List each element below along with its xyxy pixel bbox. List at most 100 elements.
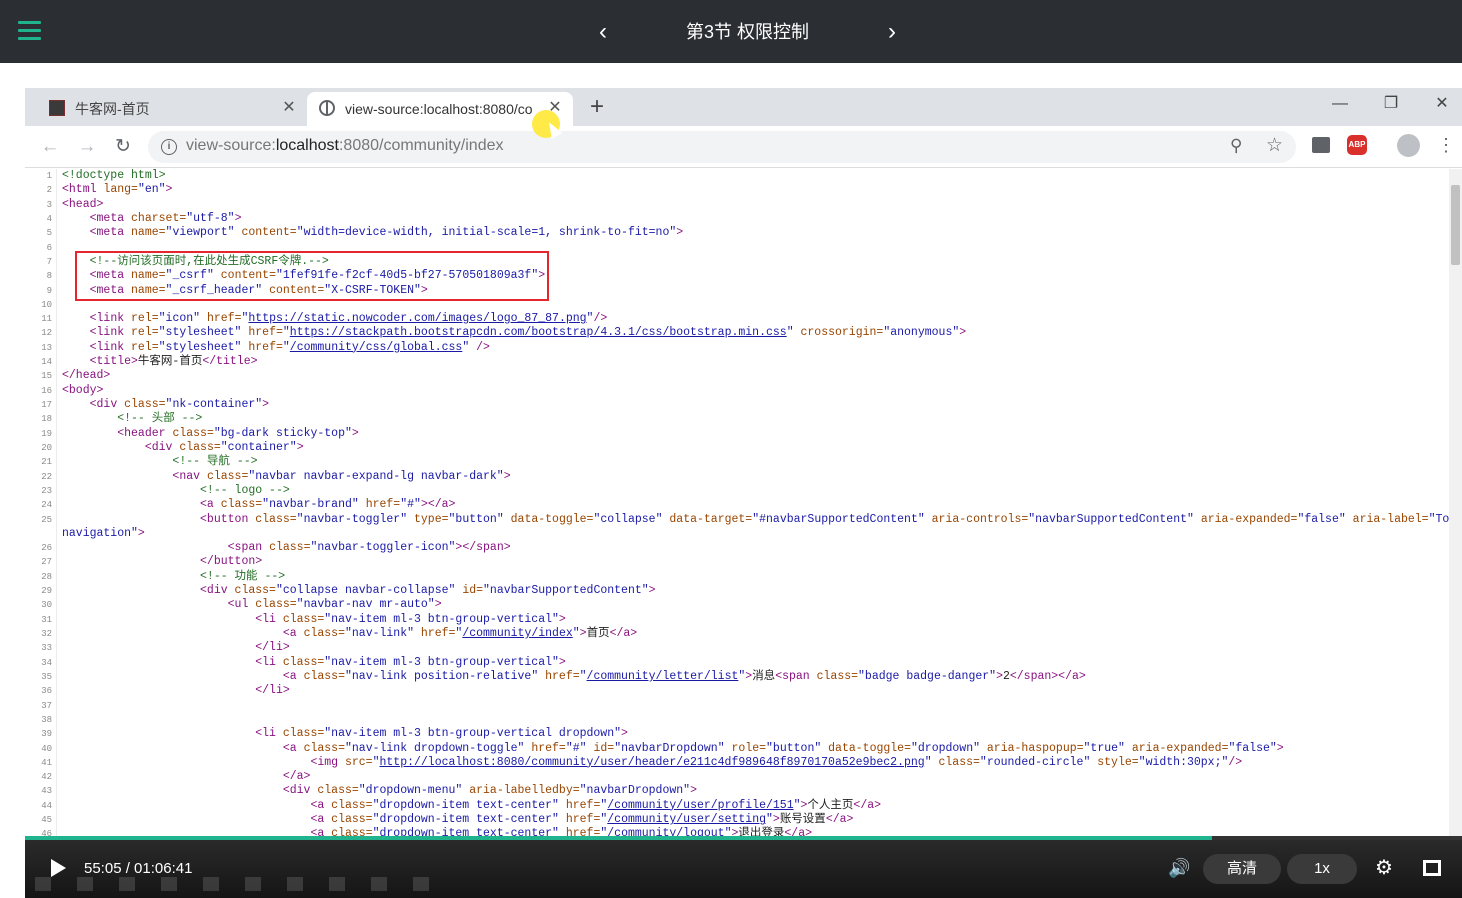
line-code: <div class="dropdown-menu" aria-labelled…	[282, 784, 697, 798]
line-number: 32	[41, 629, 52, 639]
volume-icon[interactable]: 🔊	[1168, 858, 1190, 878]
tab-title: view-source:localhost:8080/co	[345, 101, 533, 117]
browser-tab-view-source[interactable]: view-source:localhost:8080/co ✕	[307, 92, 573, 126]
browser-toolbar: ← → ↻ i view-source:localhost:8080/commu…	[25, 126, 1462, 168]
close-tab-icon[interactable]: ✕	[547, 92, 563, 124]
source-line: 4 <meta charset="utf-8">	[25, 212, 1462, 226]
line-code: <a class="nav-link" href="/community/ind…	[282, 627, 638, 640]
info-icon[interactable]: i	[161, 139, 177, 155]
video-player[interactable]: 牛客网-首页 ✕ view-source:localhost:8080/co ✕…	[25, 88, 1462, 898]
source-line: 1 <!doctype html>	[25, 169, 1462, 183]
url-host: localhost	[275, 137, 339, 154]
line-code: <nav class="navbar navbar-expand-lg navb…	[172, 469, 511, 483]
line-code: </li>	[255, 684, 290, 698]
line-number: 12	[41, 328, 52, 339]
source-line: 38	[25, 713, 1462, 727]
url-text[interactable]: view-source:localhost:8080/community/ind…	[186, 137, 504, 155]
time-display: 55:05 / 01:06:41	[84, 860, 193, 877]
play-icon[interactable]	[51, 859, 66, 877]
zoom-icon[interactable]: ⚲	[1230, 136, 1242, 156]
line-number: 44	[41, 800, 52, 811]
adblock-plus-icon[interactable]: ABP	[1347, 135, 1367, 155]
profile-avatar-icon[interactable]	[1397, 134, 1420, 157]
line-number: 34	[41, 657, 52, 668]
browser-menu-icon[interactable]: ⋮	[1437, 135, 1455, 155]
source-line: 45 <a class="dropdown-item text-center" …	[25, 813, 1462, 827]
settings-gear-icon[interactable]: ⚙	[1375, 857, 1393, 879]
close-tab-icon[interactable]: ✕	[281, 92, 297, 124]
source-line: 20 <div class="container">	[25, 441, 1462, 455]
line-code: <!-- logo -->	[200, 483, 290, 497]
source-line: 41 <img src="http://localhost:8080/commu…	[25, 756, 1462, 770]
line-number: 9	[46, 285, 52, 296]
line-number: 27	[41, 557, 52, 568]
source-line: 14 <title>牛客网-首页</title>	[25, 355, 1462, 369]
line-code: <li class="nav-item ml-3 btn-group-verti…	[255, 655, 566, 669]
line-code: <a class="dropdown-item text-center" hre…	[310, 813, 854, 827]
line-code: <a class="navbar-brand" href="#"></a>	[200, 498, 456, 512]
source-line: 28 <!-- 功能 -->	[25, 570, 1462, 584]
line-number: 21	[41, 457, 52, 468]
source-line: 26 <span class="navbar-toggler-icon"></s…	[25, 541, 1462, 555]
quality-button[interactable]: 高清	[1203, 854, 1281, 884]
vertical-scrollbar[interactable]	[1449, 169, 1462, 839]
line-number: 7	[46, 256, 52, 267]
source-line: 25 <button class="navbar-toggler" type="…	[25, 513, 1462, 527]
back-arrow-icon[interactable]: ←	[39, 136, 61, 158]
source-line: 11 <link rel="icon" href="https://static…	[25, 312, 1462, 326]
playback-speed-button[interactable]: 1x	[1287, 854, 1357, 884]
line-number: 22	[41, 471, 52, 482]
line-number: 5	[46, 228, 52, 239]
source-line: 8 <meta name="_csrf" content="1fef91fe-f…	[25, 269, 1462, 283]
extension-icon[interactable]	[1312, 137, 1330, 153]
window-minimize-button[interactable]: —	[1326, 94, 1354, 118]
window-maximize-button[interactable]: ❐	[1377, 94, 1405, 118]
source-line: 39 <li class="nav-item ml-3 btn-group-ve…	[25, 727, 1462, 741]
line-number: 4	[46, 213, 52, 224]
line-number: 40	[41, 743, 52, 754]
reload-icon[interactable]: ↻	[112, 136, 134, 158]
line-code: <li class="nav-item ml-3 btn-group-verti…	[255, 727, 628, 741]
line-number: 33	[41, 643, 52, 654]
source-line: 3 <head>	[25, 198, 1462, 212]
line-code: navigation">	[62, 526, 145, 540]
line-code: <a class="nav-link dropdown-toggle" href…	[282, 741, 1284, 755]
window-close-button[interactable]: ✕	[1428, 94, 1456, 118]
source-line: 15 </head>	[25, 369, 1462, 383]
line-number: 13	[41, 342, 52, 353]
line-number: 17	[41, 400, 52, 410]
new-tab-button[interactable]: +	[590, 93, 604, 121]
bookmark-star-icon[interactable]: ☆	[1266, 134, 1283, 157]
source-line: 12 <link rel="stylesheet" href="https://…	[25, 326, 1462, 340]
source-line: 22 <nav class="navbar navbar-expand-lg n…	[25, 470, 1462, 484]
line-code: <!-- 功能 -->	[200, 569, 286, 583]
line-code: <meta name="_csrf_header" content="X-CSR…	[89, 283, 428, 297]
line-number: 14	[41, 357, 52, 368]
address-bar[interactable]: i view-source:localhost:8080/community/i…	[148, 131, 1296, 163]
line-code: </a>	[282, 770, 311, 784]
fullscreen-icon[interactable]	[1423, 860, 1441, 876]
line-number: 18	[41, 414, 52, 425]
line-number: 38	[41, 714, 52, 725]
forward-arrow-icon[interactable]: →	[76, 136, 98, 158]
line-number: 10	[41, 299, 52, 310]
line-number: 1	[46, 171, 52, 181]
line-code: <div class="container">	[144, 440, 304, 454]
line-code: <div class="collapse navbar-collapse" id…	[200, 584, 656, 598]
lesson-title: 第3节 权限控制	[685, 22, 809, 42]
previous-lesson-button[interactable]: ‹	[590, 18, 616, 46]
hamburger-menu-icon[interactable]	[18, 21, 41, 41]
line-code: </head>	[62, 369, 111, 383]
line-code: <title>牛客网-首页</title>	[89, 355, 258, 369]
line-number: 26	[41, 543, 52, 554]
next-lesson-button[interactable]: ›	[879, 18, 905, 46]
source-line: 33 </li>	[25, 641, 1462, 655]
tab-title: 牛客网-首页	[75, 101, 150, 117]
scroll-thumb[interactable]	[1451, 185, 1460, 265]
source-line: navigation">	[25, 527, 1462, 541]
line-number: 3	[46, 199, 52, 210]
line-number: 28	[41, 571, 52, 582]
source-line: 35 <a class="nav-link position-relative"…	[25, 670, 1462, 684]
browser-tab-nowcoder-home[interactable]: 牛客网-首页 ✕	[37, 92, 307, 126]
line-number: 25	[41, 514, 52, 525]
